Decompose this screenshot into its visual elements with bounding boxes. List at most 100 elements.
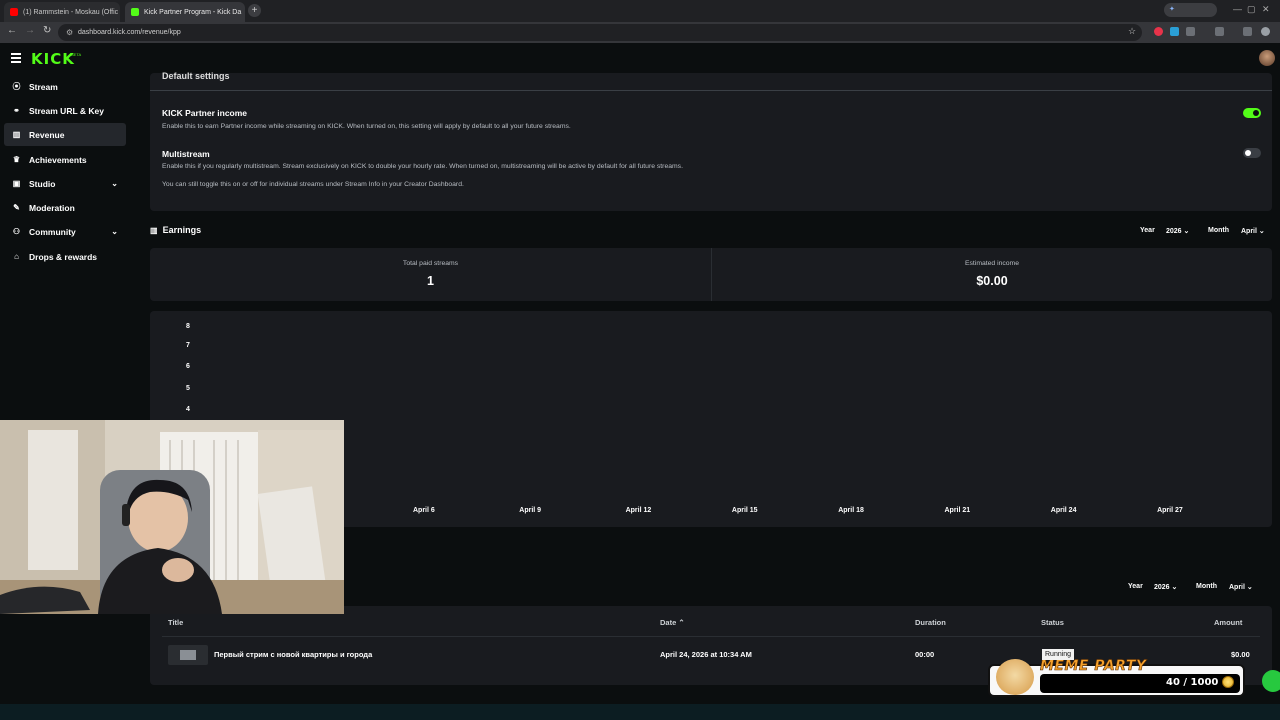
app-header: [0, 43, 1280, 73]
sidebar-item-moderation[interactable]: ✎ Moderation: [4, 196, 126, 219]
partner-income-toggle[interactable]: [1243, 108, 1261, 118]
extension-puzzle-icon[interactable]: [1186, 27, 1195, 36]
reload-icon[interactable]: ↻: [43, 25, 51, 36]
earnings-title: Earnings: [162, 225, 202, 235]
meme-progress-text: 40 / 1000: [1166, 677, 1219, 688]
year-value: 2026: [1166, 228, 1182, 235]
youtube-favicon-icon: [10, 8, 18, 16]
divider: [162, 636, 1260, 637]
sidebar-item-stream[interactable]: ⦿ Stream: [4, 75, 126, 98]
month-value: April: [1229, 584, 1245, 591]
extension-cast-icon[interactable]: [1243, 27, 1252, 36]
estimated-income-value: $0.00: [976, 274, 1008, 288]
close-window-button[interactable]: ✕: [1262, 4, 1270, 15]
gift-icon: ⌂: [14, 252, 19, 261]
bookmark-star-icon[interactable]: ☆: [1128, 26, 1136, 37]
multistream-title: Multistream: [162, 149, 210, 159]
doge-icon: [996, 659, 1034, 695]
sidebar-item-label: Stream URL & Key: [29, 105, 104, 116]
multistream-desc: Enable this if you regularly multistream…: [162, 163, 683, 170]
divider: [150, 90, 1272, 91]
users-icon: ⚇: [12, 227, 21, 236]
support-chat-button[interactable]: [1262, 670, 1280, 692]
column-header-label: Date: [660, 618, 677, 627]
browser-tab-youtube[interactable]: (1) Rammstein - Moskau (Offic ×: [4, 2, 120, 22]
stream-thumbnail[interactable]: [168, 645, 208, 665]
year-select[interactable]: 2026 ⌄: [1154, 583, 1177, 591]
running-badge: Running: [1042, 649, 1075, 660]
month-value: April: [1241, 228, 1257, 235]
earnings-heading: ▥ Earnings: [150, 225, 201, 235]
new-tab-button[interactable]: +: [248, 4, 261, 17]
sidebar-item-label: Studio: [29, 178, 56, 189]
sidebar-item-label: Achievements: [29, 154, 87, 165]
sidebar-item-label: Revenue: [29, 129, 65, 140]
multistream-note: You can still toggle this on or off for …: [162, 181, 464, 188]
back-arrow-icon[interactable]: ←: [7, 25, 17, 36]
month-label: Month: [1196, 583, 1217, 590]
stream-amount: $0.00: [1231, 650, 1250, 659]
maximize-button[interactable]: ▢: [1247, 4, 1256, 15]
stream-duration: 00:00: [915, 650, 935, 659]
year-label: Year: [1128, 583, 1143, 590]
browser-tab-kick[interactable]: Kick Partner Program - Kick Da ×: [125, 2, 245, 22]
default-settings-card: [150, 73, 1272, 211]
chevron-down-icon: ⌄: [1183, 228, 1190, 235]
column-header-status[interactable]: Status: [1041, 618, 1064, 627]
sidebar-item-drops-rewards[interactable]: ⌂ Drops & rewards: [4, 245, 126, 268]
user-avatar[interactable]: [1259, 50, 1275, 66]
month-select[interactable]: April ⌄: [1229, 583, 1253, 591]
sidebar-item-label: Stream: [29, 81, 58, 92]
year-select[interactable]: 2026 ⌄: [1166, 227, 1189, 235]
bar-chart-icon: ▥: [150, 225, 158, 235]
sidebar-item-stream-url-key[interactable]: ⚭ Stream URL & Key: [4, 99, 126, 122]
column-header-amount[interactable]: Amount: [1214, 618, 1242, 627]
toggle-knob: [1253, 110, 1259, 116]
site-info-icon[interactable]: ⚙: [66, 28, 73, 37]
extension-screen-icon[interactable]: [1215, 27, 1224, 36]
browser-profile-chip[interactable]: ✦: [1164, 3, 1217, 17]
stream-title[interactable]: Первый стрим с новой квартиры и города: [214, 650, 372, 659]
menu-icon[interactable]: [11, 53, 21, 65]
address-bar[interactable]: dashboard.kick.com/revenue/kpp: [58, 24, 1142, 41]
minimize-button[interactable]: —: [1233, 4, 1242, 14]
column-header-date[interactable]: Date ⌃: [660, 618, 685, 627]
chevron-down-icon: ⌄: [1171, 584, 1178, 591]
chevron-down-icon: ⌄: [1246, 584, 1253, 591]
trophy-icon: ♛: [12, 155, 21, 164]
meme-party-title: MEME PARTY: [1040, 658, 1147, 675]
forward-arrow-icon[interactable]: →: [25, 25, 35, 36]
kick-logo[interactable]: KICK: [31, 50, 75, 68]
broadcast-icon: ⦿: [12, 82, 21, 91]
chevron-down-icon: ⌄: [1258, 228, 1265, 235]
sidebar-item-label: Drops & rewards: [29, 251, 98, 262]
total-paid-streams-label: Total paid streams: [402, 260, 459, 267]
film-icon: ▣: [12, 179, 21, 188]
chevron-down-icon: ⌄: [111, 179, 118, 188]
coin-icon: [1222, 676, 1234, 688]
tab-title: (1) Rammstein - Moskau (Offic: [23, 8, 119, 16]
extension-blue-icon[interactable]: [1170, 27, 1179, 36]
sidebar-item-studio[interactable]: ▣ Studio ⌄: [4, 172, 126, 195]
month-label: Month: [1208, 227, 1229, 234]
extension-red-icon[interactable]: [1154, 27, 1163, 36]
column-header-title[interactable]: Title: [168, 618, 183, 627]
chart-icon: ▥: [12, 130, 21, 139]
month-select[interactable]: April ⌄: [1241, 227, 1265, 235]
multistream-toggle[interactable]: [1243, 148, 1261, 158]
total-paid-streams-value: 1: [427, 274, 434, 288]
tab-title: Kick Partner Program - Kick Da: [144, 8, 242, 16]
partner-income-desc: Enable this to earn Partner income while…: [162, 123, 571, 130]
sidebar-item-label: Community: [29, 226, 76, 237]
chevron-down-icon: ⌄: [111, 227, 118, 236]
sidebar-item-revenue[interactable]: ▥ Revenue: [4, 123, 126, 146]
stream-date: April 24, 2026 at 10:34 AM: [660, 650, 752, 659]
browser-profile-avatar[interactable]: [1261, 27, 1270, 36]
column-header-duration[interactable]: Duration: [915, 618, 946, 627]
settings-title: Default settings: [162, 71, 230, 81]
sidebar-item-label: Moderation: [29, 202, 75, 213]
sidebar-item-achievements[interactable]: ♛ Achievements: [4, 148, 126, 171]
year-label: Year: [1140, 227, 1155, 234]
sidebar-item-community[interactable]: ⚇ Community ⌄: [4, 220, 126, 243]
toggle-knob: [1245, 150, 1251, 156]
